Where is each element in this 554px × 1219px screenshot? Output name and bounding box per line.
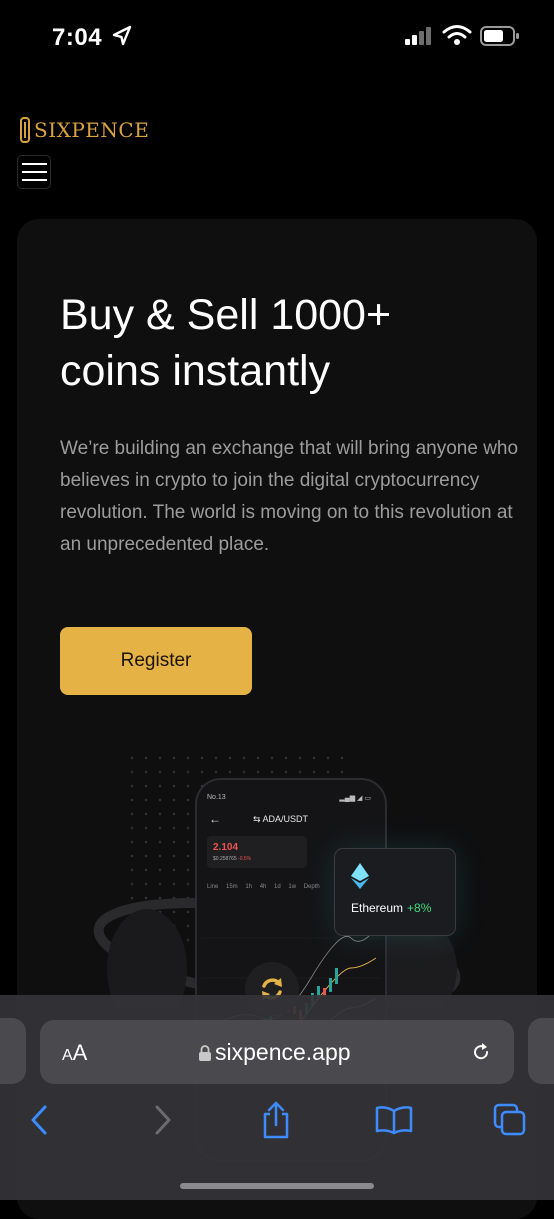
- phone-sub-price-value: $0.258765: [213, 856, 237, 862]
- back-button[interactable]: [20, 1100, 60, 1140]
- bookmarks-button[interactable]: [374, 1100, 414, 1140]
- phone-sub-change: -0.5%: [238, 856, 252, 862]
- phone-pair: ⇆ ADA/USDT: [253, 814, 308, 825]
- back-icon: [31, 1105, 47, 1135]
- ethereum-label: Ethereum +8%: [351, 901, 431, 915]
- hero-description: We’re building an exchange that will bri…: [60, 438, 519, 555]
- register-button[interactable]: Register: [60, 627, 252, 695]
- swap-icon: ⇆: [253, 814, 263, 824]
- hero-title: Buy & Sell 1000+ coins instantly: [60, 287, 520, 399]
- lock-icon: [199, 1045, 211, 1061]
- share-button[interactable]: [256, 1100, 296, 1140]
- share-icon: [263, 1101, 289, 1139]
- logo-text: SIXPENCE: [34, 118, 150, 142]
- ethereum-name: Ethereum: [351, 901, 404, 915]
- wifi-icon: [442, 25, 472, 45]
- bookmarks-icon: [375, 1106, 413, 1135]
- phone-status-icons: ▂▄▆ ◢ ▭: [339, 795, 371, 802]
- phone-pair-label: ADA/USDT: [262, 814, 309, 824]
- tabs-icon: [493, 1103, 526, 1136]
- phone-chart-tabs: Line 15m 1h 4h 1d 1w Depth: [207, 884, 320, 890]
- phone-carrier: No.13: [207, 794, 226, 801]
- menu-button[interactable]: [17, 155, 51, 189]
- ethereum-change: +8%: [407, 901, 432, 915]
- ethereum-card: Ethereum +8%: [334, 848, 456, 936]
- page-settings-button[interactable]: AA: [62, 1040, 87, 1066]
- phone-sub-price: $0.258765 -0.5%: [213, 856, 251, 862]
- battery-icon: [480, 26, 519, 46]
- tabs-button[interactable]: [490, 1100, 530, 1140]
- site-logo[interactable]: SIXPENCE: [18, 116, 149, 144]
- next-tab-peek[interactable]: [528, 1018, 554, 1084]
- home-indicator: [180, 1183, 374, 1189]
- status-time: 7:04: [52, 24, 103, 51]
- previous-tab-peek[interactable]: [0, 1018, 26, 1084]
- hero-title-line-1: Buy & Sell 1000+: [60, 291, 392, 339]
- url-text[interactable]: sixpence.app: [215, 1039, 351, 1066]
- location-arrow-icon: [112, 25, 132, 46]
- phone-price: 2.104: [213, 842, 239, 853]
- cellular-signal-icon: [405, 27, 431, 45]
- sixpence-coin-icon: [20, 117, 30, 143]
- address-bar[interactable]: AA sixpence.app: [40, 1020, 514, 1084]
- hero-title-line-2: coins instantly: [60, 347, 331, 395]
- reload-icon[interactable]: [470, 1041, 492, 1063]
- phone-back-icon: ←: [209, 812, 221, 826]
- ethereum-icon: [351, 863, 369, 889]
- forward-icon: [155, 1105, 171, 1135]
- forward-button[interactable]: [142, 1100, 182, 1140]
